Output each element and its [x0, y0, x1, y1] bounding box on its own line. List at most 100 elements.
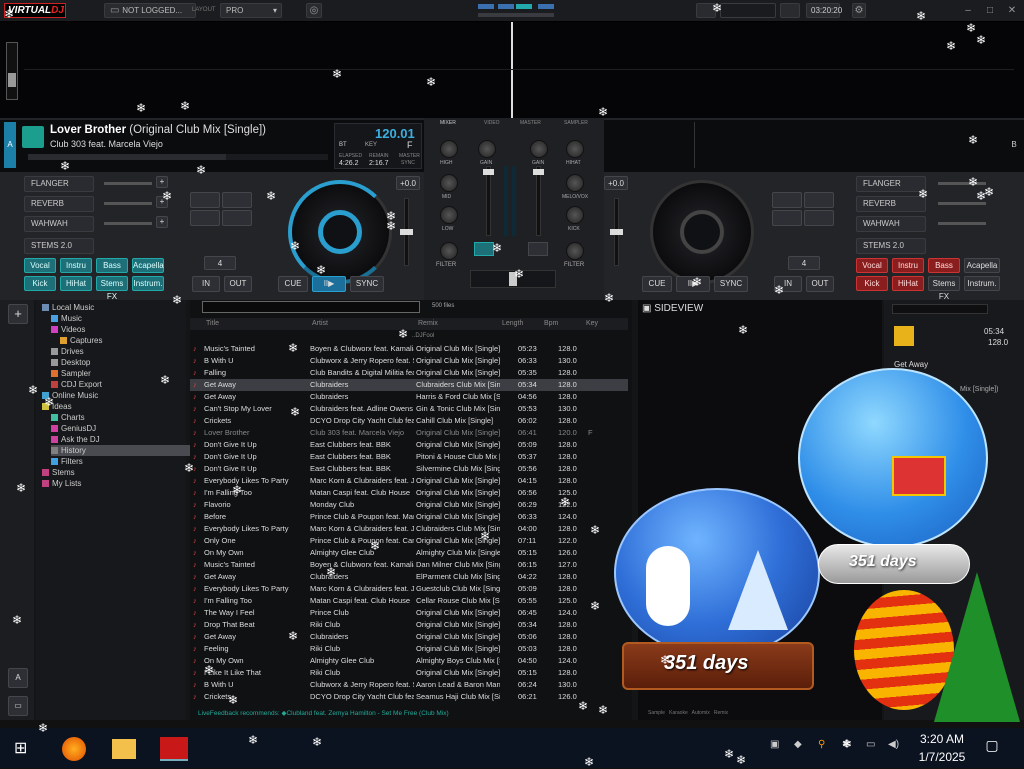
fx-slot-b-3[interactable]: WAHWAH [856, 216, 926, 232]
cue-button-b[interactable]: CUE [642, 276, 672, 292]
loop-in-button-b[interactable]: IN [774, 276, 802, 292]
col-length[interactable]: Length [502, 318, 523, 330]
jog-center-b[interactable] [680, 210, 724, 254]
zoom-handle[interactable] [8, 73, 16, 87]
hotcue-3[interactable] [190, 210, 220, 226]
track-row[interactable]: ♪ Flavorio Monday Club Original Club Mix [S… [190, 499, 628, 511]
col-bpm[interactable]: Bpm [544, 318, 558, 330]
search-input[interactable] [202, 301, 420, 313]
layout-select[interactable]: PRO ▾ [220, 3, 282, 18]
deck-b-label[interactable]: B [1008, 122, 1020, 168]
headphone-cue-b[interactable] [528, 242, 548, 256]
folder-item[interactable]: Drives [51, 346, 84, 357]
jog-center-a[interactable] [318, 210, 362, 254]
hotcue-b-3[interactable] [772, 210, 802, 226]
live-feedback-bar[interactable]: LiveFeedback recommends: ◆Clubland feat.… [198, 709, 449, 717]
stem-b-instru-button[interactable]: Instru [892, 258, 924, 273]
play-pause-button-b[interactable]: II▶ [676, 276, 710, 292]
fx-slot-b-1[interactable]: FLANGER [856, 176, 926, 192]
stems-select-b[interactable]: STEMS 2.0 [856, 238, 926, 254]
firefox-icon[interactable] [62, 737, 86, 761]
hotcue-4[interactable] [222, 210, 252, 226]
close-icon[interactable]: ✕ [1006, 4, 1018, 18]
fx-3-add-icon[interactable]: + [156, 216, 168, 228]
track-row[interactable]: ♪ I Like It Like That Riki Club Original Cl… [190, 667, 628, 679]
pitch-slider-b[interactable] [610, 198, 623, 266]
pitch-slider-b-handle[interactable] [610, 229, 623, 235]
gain-knob-b[interactable] [530, 140, 548, 158]
fx-1-slider[interactable] [104, 182, 152, 185]
loop-size[interactable]: 4 [204, 256, 236, 270]
stem-bass-button[interactable]: Bass [96, 258, 128, 273]
stem-b-bass-button[interactable]: Bass [928, 258, 960, 273]
folder-item[interactable]: Ideas [42, 401, 72, 412]
track-row[interactable]: ♪ Before Prince Club & Poupon feat. Mario O… [190, 511, 628, 523]
info-select[interactable] [892, 304, 988, 314]
crossfader-handle[interactable] [509, 272, 517, 286]
col-title[interactable]: Title [206, 318, 219, 330]
kick-knob-b[interactable] [566, 206, 584, 224]
stem-vocal-button[interactable]: Vocal [24, 258, 56, 273]
stem-acapella-button[interactable]: Acapella [132, 258, 164, 273]
fx-2-add-icon[interactable]: + [156, 196, 168, 208]
file-explorer-icon[interactable] [112, 739, 136, 759]
zoom-slider[interactable] [6, 42, 18, 100]
tray-drop-icon[interactable]: ◆ [794, 738, 802, 752]
minimize-icon[interactable]: – [962, 4, 974, 18]
track-row[interactable]: ♪ Lover Brother Club 303 feat. Marcela Vie… [190, 427, 628, 439]
loop-size-b[interactable]: 4 [788, 256, 820, 270]
hotcue-2[interactable] [222, 192, 252, 208]
play-pause-button[interactable]: II▶ [312, 276, 346, 292]
volume-icon[interactable]: ◀) [888, 738, 899, 752]
windows-start-icon[interactable]: ⊞ [14, 740, 32, 758]
fx-slot-2[interactable]: REVERB [24, 196, 94, 212]
notification-icon[interactable]: ▢ [982, 738, 1002, 752]
fx-slot-3[interactable]: WAHWAH [24, 216, 94, 232]
loop-out-button[interactable]: OUT [224, 276, 252, 292]
stem-b-vocal-button[interactable]: Vocal [856, 258, 888, 273]
stem-b-kick-button[interactable]: Kick [856, 276, 888, 291]
fx-slot-b-2[interactable]: REVERB [856, 196, 926, 212]
track-row[interactable]: ♪ Get Away Clubraiders Harris & Ford Club M… [190, 391, 628, 403]
stem-instrumental-button[interactable]: Instrum. [132, 276, 164, 291]
track-row[interactable]: ♪ Music's Tainted Boyen & Clubworx feat. K… [190, 559, 628, 571]
folder-item[interactable]: Stems [42, 467, 75, 478]
stem-b-acapella-button[interactable]: Acapella [964, 258, 1000, 273]
track-row[interactable]: ♪ On My Own Almighty Glee Club Almighty Boy… [190, 655, 628, 667]
taskbar-date[interactable]: 1/7/2025 [910, 750, 974, 764]
fx-1-add-icon[interactable]: + [156, 176, 168, 188]
loop-in-button[interactable]: IN [192, 276, 220, 292]
stem-b-instrumental-button[interactable]: Instrum. [964, 276, 1000, 291]
track-row[interactable]: ♪ Get Away Clubraiders ElParment Club Mix [… [190, 571, 628, 583]
tab-sample[interactable]: Sample [648, 710, 665, 716]
eq-low-knob-a[interactable] [440, 206, 458, 224]
track-row[interactable]: ♪ Crickets DCYO Drop City Yacht Club feat.… [190, 415, 628, 427]
fx-b-2-slider[interactable] [938, 202, 986, 205]
stem-b-fx-button[interactable]: Stems FX [928, 276, 960, 301]
folder-item[interactable]: Captures [60, 335, 102, 346]
track-row[interactable]: ♪ Don't Give It Up East Clubbers feat. BBK… [190, 463, 628, 475]
headphone-cue-a[interactable] [474, 242, 494, 256]
filter-knob-a[interactable] [440, 242, 458, 260]
track-row[interactable]: ♪ Get Away Clubraiders Original Club Mix [S… [190, 631, 628, 643]
col-artist[interactable]: Artist [312, 318, 328, 330]
track-row[interactable]: ♪ Everybody Likes To Party Marc Korn & Clu… [190, 583, 628, 595]
hotcue-b-2[interactable] [804, 192, 834, 208]
folder-item[interactable]: Online Music [42, 390, 98, 401]
folder-item[interactable]: Music [51, 313, 82, 324]
col-key[interactable]: Key [586, 318, 598, 330]
tab-mixer[interactable]: MIXER [440, 120, 456, 126]
track-row[interactable]: ♪ Music's Tainted Boyen & Clubworx feat. K… [190, 343, 628, 355]
fx-2-slider[interactable] [104, 202, 152, 205]
tray-bluetooth-icon[interactable]: ✱ [842, 738, 850, 752]
stem-b-hihat-button[interactable]: HiHat [892, 276, 924, 291]
volume-fader-b-handle[interactable] [533, 169, 544, 175]
track-row[interactable]: ♪ B With U Clubworx & Jerry Ropero feat. S… [190, 355, 628, 367]
volume-fader-b[interactable] [533, 166, 544, 236]
tab-remix[interactable]: Remix [714, 710, 728, 716]
layout-browser-icon[interactable] [516, 4, 532, 9]
deck-a-label[interactable]: A [4, 122, 16, 168]
folder-item[interactable]: Desktop [51, 357, 90, 368]
gain-knob-a[interactable] [478, 140, 496, 158]
track-row[interactable]: ♪ I'm Falling Too Matan Caspi feat. Club H… [190, 487, 628, 499]
